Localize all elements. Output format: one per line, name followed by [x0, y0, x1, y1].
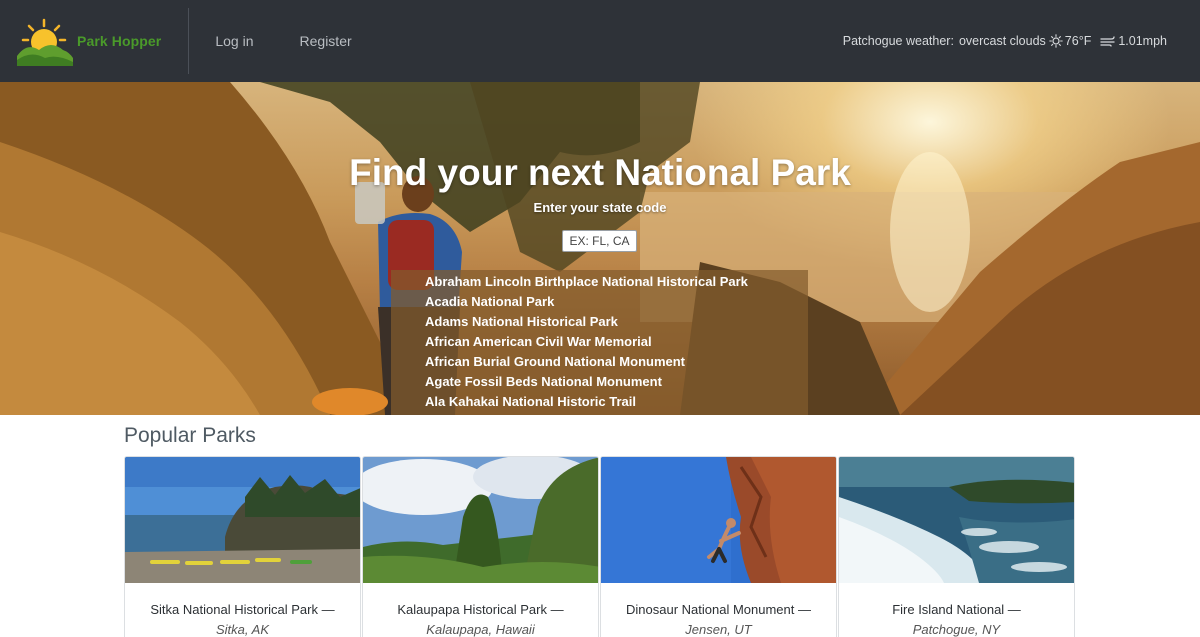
park-card-image — [839, 457, 1074, 583]
park-location: Sitka, AK — [216, 622, 269, 637]
park-location: Kalaupapa, Hawaii — [426, 622, 535, 637]
weather-widget: Patchogue weather: overcast clouds 76°F — [843, 34, 1167, 48]
suggestion-item[interactable]: Adams National Historical Park — [425, 312, 808, 332]
nav-divider — [188, 8, 190, 74]
hero-banner: Find your next National Park Enter your … — [0, 82, 1200, 415]
suggestion-item[interactable]: Acadia National Park — [425, 292, 808, 312]
register-link[interactable]: Register — [300, 33, 352, 49]
park-card-dinosaur[interactable]: Dinosaur National Monument — Jensen, UT — [600, 456, 837, 637]
popular-parks-heading: Popular Parks — [124, 424, 256, 447]
popular-parks-cards: Sitka National Historical Park — Sitka, … — [124, 456, 1075, 637]
suggestion-item[interactable]: Abraham Lincoln Birthplace National Hist… — [425, 272, 808, 292]
park-card-kalaupapa[interactable]: Kalaupapa Historical Park — Kalaupapa, H… — [362, 456, 599, 637]
navbar: Park Hopper Log in Register Patchogue we… — [0, 0, 1200, 82]
login-link[interactable]: Log in — [215, 33, 253, 49]
brand-name: Park Hopper — [77, 33, 162, 49]
park-card-sitka[interactable]: Sitka National Historical Park — Sitka, … — [124, 456, 361, 637]
park-location: Patchogue, NY — [912, 622, 1001, 637]
park-name: Kalaupapa Historical Park — — [397, 602, 564, 617]
weather-condition: overcast clouds — [958, 34, 1046, 48]
hero-title: Find your next National Park — [349, 152, 851, 193]
park-location: Jensen, UT — [685, 622, 752, 637]
park-name: Dinosaur National Monument — — [626, 602, 811, 617]
park-suggestions-list: Abraham Lincoln Birthplace National Hist… — [391, 270, 808, 415]
sun-icon — [1049, 34, 1063, 48]
weather-temperature: 76°F — [1064, 34, 1092, 48]
brand-link[interactable]: Park Hopper — [17, 0, 161, 82]
suggestion-item[interactable]: Agate Fossil Beds National Monument — [425, 372, 808, 392]
park-hopper-logo — [17, 16, 73, 66]
hero-subtitle: Enter your state code — [533, 200, 667, 215]
suggestion-item[interactable]: African Burial Ground National Monument — [425, 352, 808, 372]
suggestion-item[interactable]: African American Civil War Memorial — [425, 332, 808, 352]
wind-icon — [1100, 35, 1116, 47]
park-name: Sitka National Historical Park — — [150, 602, 335, 617]
weather-label: Patchogue weather: — [842, 34, 954, 48]
state-code-input[interactable] — [562, 230, 637, 252]
park-name: Fire Island National — — [892, 602, 1021, 617]
weather-wind-speed: 1.01mph — [1118, 34, 1167, 48]
park-card-fire-island[interactable]: Fire Island National — Patchogue, NY — [838, 456, 1075, 637]
park-card-image — [363, 457, 598, 583]
park-card-image — [125, 457, 360, 583]
park-card-image — [601, 457, 836, 583]
suggestion-item[interactable]: Ala Kahakai National Historic Trail — [425, 392, 808, 412]
